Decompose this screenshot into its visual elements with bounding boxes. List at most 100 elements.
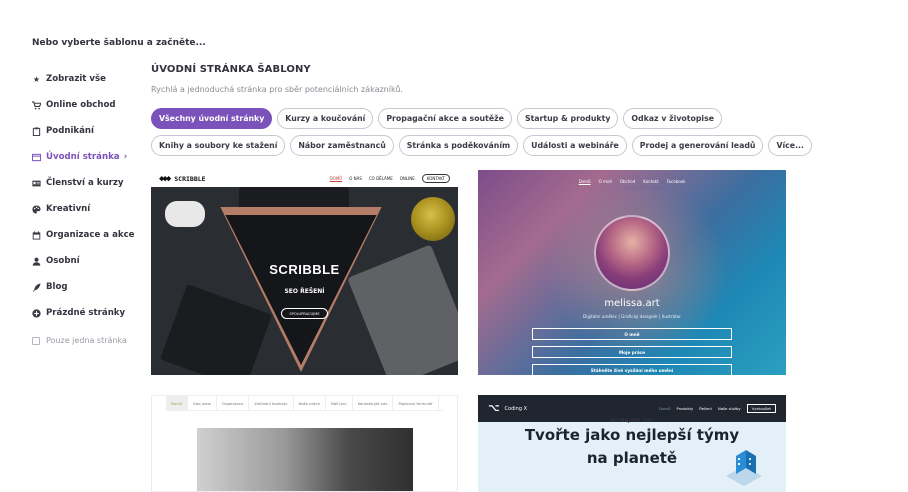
logo-mark-icon: ◆◆◆ bbox=[159, 173, 171, 184]
nav-link: Popisový formulář bbox=[393, 396, 439, 410]
template-hero-button: SPOLUPRACUJME bbox=[281, 308, 328, 319]
filter-chip-promotions[interactable]: Propagační akce a soutěže bbox=[378, 108, 512, 129]
sidebar-item-label: Zobrazit vše bbox=[46, 74, 106, 84]
sidebar-item-label: Blog bbox=[46, 282, 68, 292]
filter-chip-courses[interactable]: Kurzy a koučování bbox=[277, 108, 374, 129]
nav-link: Naše práce bbox=[294, 396, 326, 410]
link-button: Moje práce bbox=[532, 346, 732, 358]
intro-text: Nebo vyberte šablonu a začněte... bbox=[32, 38, 206, 48]
sidebar-item-clenstvi-a-kurzy[interactable]: Členství a kurzy bbox=[32, 170, 142, 196]
nav-link: Naše služby bbox=[717, 406, 741, 411]
nav-link: O mně bbox=[598, 179, 612, 184]
plant-image bbox=[411, 197, 455, 241]
template-kicker: NÁSTROJ PRO TÝMY bbox=[609, 418, 655, 423]
window-icon bbox=[32, 153, 41, 162]
page-title: ÚVODNÍ STRÁNKA ŠABLONY bbox=[151, 64, 311, 75]
filter-chip-hiring[interactable]: Nábor zaměstnanců bbox=[290, 135, 394, 156]
nav-cta: KONTAKT bbox=[421, 174, 450, 183]
logo-text: Coding X bbox=[504, 405, 528, 412]
sidebar-item-label: Kreativní bbox=[46, 204, 91, 214]
template-hero-subtitle: SEO ŘEŠENÍ bbox=[284, 288, 325, 295]
keyboard-image bbox=[160, 284, 272, 375]
sidebar-item-label: Podnikání bbox=[46, 126, 94, 136]
template-headline: na planetě bbox=[586, 449, 678, 467]
template-card-coding-x[interactable]: ⌥ Coding X Domů Produkty Řešení Naše slu… bbox=[478, 395, 786, 492]
nav-link: Kontakt bbox=[643, 179, 659, 184]
sidebar-item-label: Online obchod bbox=[46, 100, 116, 110]
nav-link: ONLINE bbox=[399, 176, 415, 181]
template-card-organization[interactable]: Domů Kdo jsme Organizace Zakladní hodnot… bbox=[151, 395, 458, 492]
filter-chip-bio-link[interactable]: Odkaz v životopise bbox=[623, 108, 723, 129]
template-nav-links: Domů O mně Obchod Kontakt Facebook bbox=[478, 179, 786, 184]
template-nav-links: Domů Kdo jsme Organizace Zakladní hodnot… bbox=[166, 396, 443, 411]
template-hero-image bbox=[151, 187, 458, 375]
profile-role: Digitální umělec | Grafický designér | I… bbox=[582, 314, 682, 319]
filter-chip-ebooks[interactable]: Knihy a soubory ke stažení bbox=[151, 135, 286, 156]
avatar bbox=[594, 215, 670, 291]
sidebar-item-label: Úvodní stránka bbox=[46, 152, 120, 162]
template-headline: Tvořte jako nejlepší týmy bbox=[524, 426, 740, 444]
sidebar-item-blog[interactable]: Blog bbox=[32, 274, 142, 300]
single-page-label: Pouze jedna stránka bbox=[46, 336, 127, 345]
sidebar-item-label: Členství a kurzy bbox=[46, 178, 124, 188]
nav-link: Produkty bbox=[676, 406, 694, 411]
sidebar-item-prazdne-stranky[interactable]: Prázdné stránky bbox=[32, 300, 142, 326]
template-section: ÚVODNÍ STRÁNKA ŠABLONY Rychlá a jednoduc… bbox=[151, 64, 812, 162]
palette-icon bbox=[32, 204, 41, 214]
single-page-checkbox[interactable] bbox=[32, 336, 40, 345]
nav-link: Zakladní hodnoty bbox=[249, 396, 294, 410]
single-page-checkbox-row[interactable]: Pouze jedna stránka bbox=[32, 336, 142, 345]
category-sidebar: ★ Zobrazit vše Online obchod Podnikání Ú… bbox=[32, 66, 142, 345]
link-button: Stáhněte živé vysílání mého umění bbox=[532, 364, 732, 375]
filter-chip-more[interactable]: Více... bbox=[768, 135, 812, 156]
sidebar-item-osobni[interactable]: Osobní bbox=[32, 248, 142, 274]
filter-chip-all[interactable]: Všechny úvodní stránky bbox=[151, 108, 273, 129]
gamepad-image bbox=[165, 201, 205, 227]
link-button: O mně bbox=[532, 328, 732, 340]
nav-link: DOMŮ bbox=[329, 176, 343, 181]
template-card-melissa[interactable]: Domů O mně Obchod Kontakt Facebook melis… bbox=[478, 170, 786, 375]
sidebar-item-kreativni[interactable]: Kreativní bbox=[32, 196, 142, 222]
nav-link: O NÁS bbox=[349, 176, 362, 181]
cart-icon bbox=[32, 100, 41, 110]
sidebar-item-organizace-a-akce[interactable]: Organizace a akce bbox=[32, 222, 142, 248]
filter-chip-startup[interactable]: Startup & produkty bbox=[516, 108, 619, 129]
template-card-scribble[interactable]: ◆◆◆ SCRIBBLE DOMŮ O NÁS CO DĚLÁME ONLINE… bbox=[151, 170, 458, 375]
plus-circle-icon bbox=[32, 308, 41, 318]
template-nav-links: DOMŮ O NÁS CO DĚLÁME ONLINE KONTAKT bbox=[330, 174, 450, 183]
template-logo: ◆◆◆ SCRIBBLE bbox=[159, 174, 206, 184]
quill-icon bbox=[32, 282, 41, 292]
nav-link: Domů bbox=[659, 406, 671, 411]
sidebar-item-label: Prázdné stránky bbox=[46, 308, 126, 318]
nav-link: Náš tým bbox=[326, 396, 353, 410]
page-subtitle: Rychlá a jednoduchá stránka pro sběr pot… bbox=[151, 85, 403, 94]
filter-chip-sales[interactable]: Prodej a generování leadů bbox=[631, 135, 764, 156]
sidebar-item-online-obchod[interactable]: Online obchod bbox=[32, 92, 142, 118]
sidebar-item-zobrazit-vse[interactable]: ★ Zobrazit vše bbox=[32, 66, 142, 92]
profile-name: melissa.art bbox=[604, 298, 660, 309]
sidebar-item-label: Osobní bbox=[46, 256, 80, 266]
template-hero-image bbox=[197, 428, 413, 491]
filter-chip-row: Knihy a soubory ke stažení Nábor zaměstn… bbox=[151, 135, 812, 156]
sidebar-item-podnikani[interactable]: Podnikání bbox=[32, 118, 142, 144]
nav-link: CO DĚLÁME bbox=[368, 176, 393, 181]
template-hero-title: SCRIBBLE bbox=[269, 262, 340, 277]
nav-link: Řešení bbox=[699, 406, 712, 411]
nav-cta: Vyzkoušet bbox=[746, 404, 776, 413]
id-card-icon bbox=[32, 179, 41, 188]
nav-link: Domů bbox=[166, 396, 189, 410]
clipboard-icon bbox=[32, 126, 41, 136]
logo-mark-icon: ⌥ bbox=[488, 403, 500, 414]
nav-link: Kdo jsme bbox=[188, 396, 217, 410]
template-preview-navbar: ◆◆◆ SCRIBBLE DOMŮ O NÁS CO DĚLÁME ONLINE… bbox=[151, 170, 458, 187]
filter-chip-thank-you[interactable]: Stránka s poděkováním bbox=[398, 135, 519, 156]
star-icon: ★ bbox=[32, 74, 41, 84]
person-icon bbox=[32, 257, 41, 266]
filter-chips: Všechny úvodní stránky Kurzy a koučování… bbox=[151, 108, 812, 156]
sidebar-item-uvodni-stranka[interactable]: Úvodní stránka › bbox=[32, 144, 142, 170]
logo-text: SCRIBBLE bbox=[174, 174, 206, 183]
filter-chip-events[interactable]: Události a webináře bbox=[523, 135, 627, 156]
calendar-icon bbox=[32, 230, 41, 240]
nav-link: Organizace bbox=[217, 396, 250, 410]
template-logo: ⌥ Coding X bbox=[488, 403, 527, 414]
